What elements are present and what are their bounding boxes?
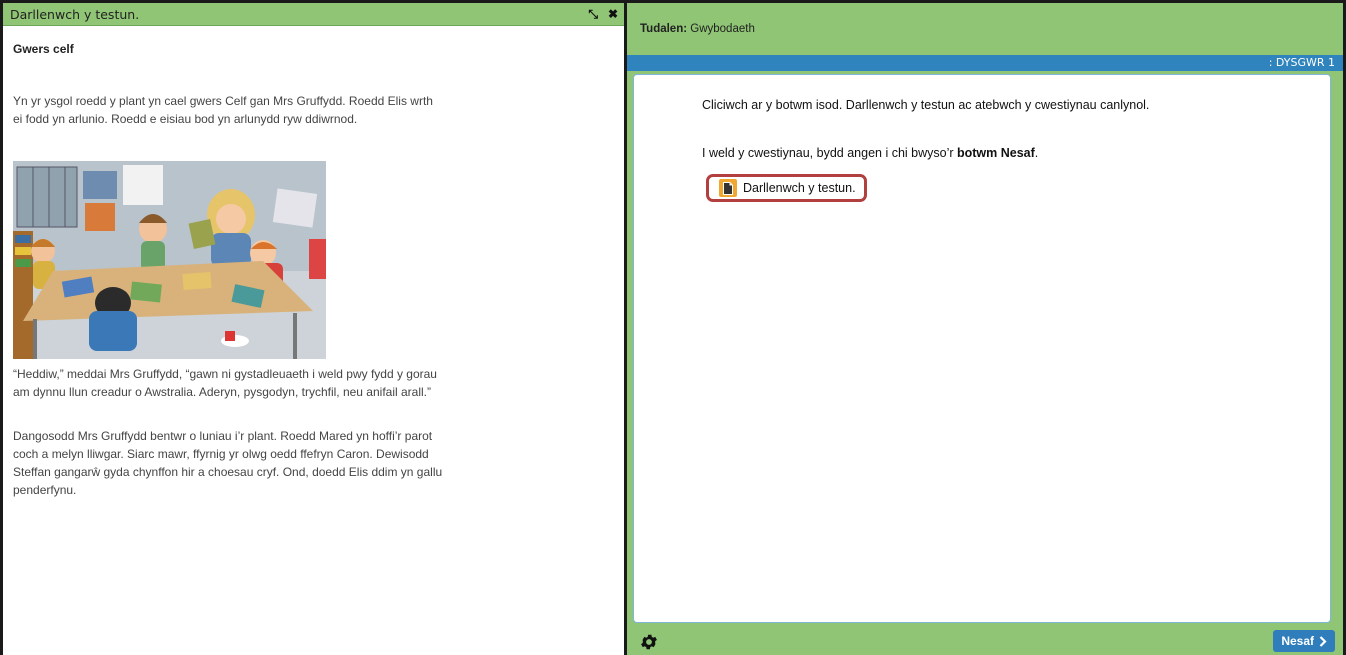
instruction-2-prefix: I weld y cwestiynau, bydd angen i chi bw… bbox=[702, 146, 957, 160]
reading-panel-controls: ⤡ ✖ bbox=[588, 8, 618, 20]
learner-bar: : DYSGWR 1 bbox=[627, 55, 1343, 71]
reading-panel-header: Darllenwch y testun. ⤡ ✖ bbox=[3, 3, 624, 26]
instruction-2-suffix: . bbox=[1034, 146, 1039, 160]
page-label-prefix: Tudalen: bbox=[640, 23, 688, 35]
gear-icon[interactable] bbox=[639, 632, 659, 652]
classroom-illustration bbox=[13, 161, 326, 359]
document-icon bbox=[719, 179, 737, 197]
read-text-button-label: Darllenwch y testun. bbox=[743, 181, 856, 195]
story-paragraph-2: “Heddiw,” meddai Mrs Gruffydd, “gawn ni … bbox=[13, 367, 437, 399]
minimize-icon[interactable]: ⤡ bbox=[588, 8, 598, 20]
instruction-text-1: Cliciwch ar y botwm isod. Darllenwch y t… bbox=[702, 98, 1150, 112]
story-paragraph-1: Yn yr ysgol roedd y plant yn cael gwers … bbox=[13, 94, 433, 126]
story-title: Gwers celf bbox=[13, 42, 74, 56]
content-area: Cliciwch ar y botwm isod. Darllenwch y t… bbox=[633, 74, 1331, 623]
next-button-label: Nesaf bbox=[1281, 634, 1314, 648]
learner-label: : DYSGWR 1 bbox=[1268, 56, 1335, 69]
question-panel: Tudalen: Gwybodaeth : DYSGWR 1 Cliciwch … bbox=[627, 0, 1346, 655]
close-icon[interactable]: ✖ bbox=[608, 8, 618, 20]
reading-panel-body: Gwers celf Yn yr ysgol roedd y plant yn … bbox=[3, 42, 624, 499]
instruction-text-2: I weld y cwestiynau, bydd angen i chi bw… bbox=[702, 146, 1038, 160]
reading-panel: Darllenwch y testun. ⤡ ✖ Gwers celf Yn y… bbox=[0, 0, 627, 655]
reading-panel-title: Darllenwch y testun. bbox=[10, 6, 140, 22]
footer-bar: Nesaf bbox=[627, 627, 1343, 655]
read-text-button[interactable]: Darllenwch y testun. bbox=[706, 174, 867, 202]
chevron-right-icon bbox=[1319, 635, 1327, 647]
story-paragraph-3: Dangosodd Mrs Gruffydd bentwr o luniau i… bbox=[13, 429, 443, 497]
instruction-2-bold: botwm Nesaf bbox=[957, 146, 1035, 160]
next-button[interactable]: Nesaf bbox=[1273, 630, 1335, 652]
page-label: Tudalen: Gwybodaeth bbox=[640, 23, 755, 35]
page-label-value: Gwybodaeth bbox=[690, 23, 755, 35]
question-panel-header: Tudalen: Gwybodaeth bbox=[627, 3, 1343, 55]
